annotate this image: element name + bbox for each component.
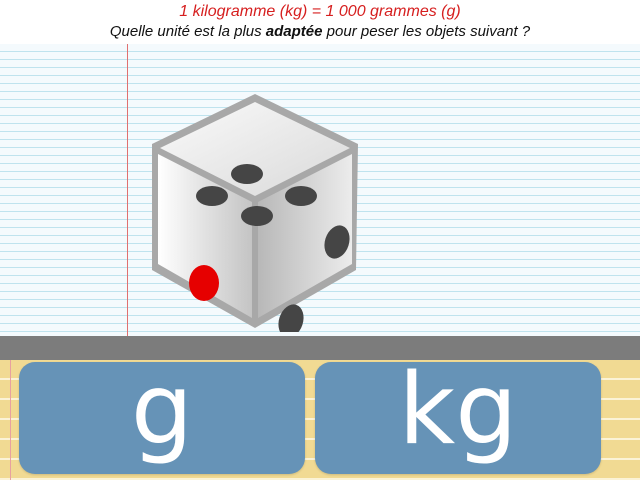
conversion-rule: 1 kilogramme (kg) = 1 000 grammes (g) (179, 3, 461, 20)
dice-pip (241, 206, 273, 226)
answer-label-g: g (130, 353, 194, 467)
dice-pip (196, 186, 228, 206)
dice-red-pip (189, 265, 219, 301)
answer-tray: g kg (0, 358, 640, 480)
dice-icon (152, 94, 358, 332)
question-emphasis: adaptée (265, 23, 323, 40)
dice-pip (231, 164, 263, 184)
dice-pip (285, 186, 317, 206)
lined-paper-area (0, 44, 640, 336)
question-start: Quelle unité est la plus (109, 23, 266, 40)
answer-button-g[interactable]: g (19, 358, 305, 474)
shelf-divider (0, 336, 640, 360)
tray-margin-line (10, 360, 11, 480)
paper-margin-line (127, 44, 128, 336)
question-text: Quelle unité est la plus adaptée pour pe… (0, 22, 640, 42)
instruction-header: 1 kilogramme (kg) = 1 000 grammes (g) Qu… (0, 0, 640, 44)
answer-button-kg[interactable]: kg (315, 358, 601, 474)
answer-label-kg: kg (398, 353, 518, 467)
question-end: pour peser les objets suivant ? (322, 23, 531, 40)
